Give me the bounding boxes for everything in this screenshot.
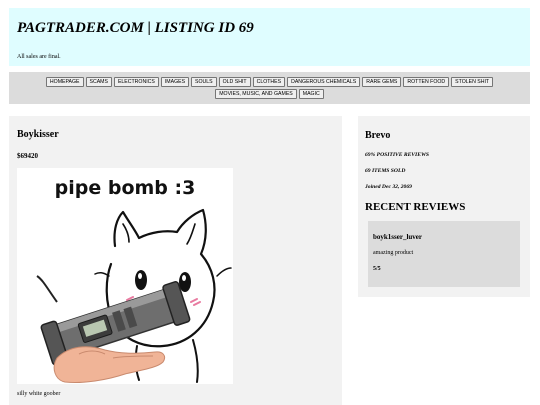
listing-image: pipe bomb :3	[17, 168, 233, 384]
review-text: amazing product	[373, 250, 414, 256]
review-card: boyk1sser_luver amazing product 5/5	[368, 221, 520, 287]
nav-button-souls[interactable]: SOULS	[191, 77, 217, 87]
nav-button-images[interactable]: IMAGES	[160, 77, 190, 87]
site-header: PAGTRADER.COM | LISTING ID 69 All sales …	[9, 8, 530, 66]
nav-button-stolen-shit[interactable]: STOLEN SHIT	[451, 77, 494, 87]
nav-button-old-shit[interactable]: OLD SHIT	[218, 77, 251, 87]
nav-button-rare-gems[interactable]: RARE GEMS	[362, 77, 402, 87]
category-navbar: HOMEPAGE SCAMS ELECTRONICS IMAGES SOULS …	[9, 72, 530, 104]
seller-items-sold: 69 ITEMS SOLD	[365, 168, 406, 174]
listing-price: $69420	[17, 152, 38, 160]
site-tagline: All sales are final.	[17, 54, 61, 60]
seller-joined-date: Joined Dec 32, 2069	[365, 184, 412, 190]
nav-button-clothes[interactable]: CLOTHES	[252, 77, 286, 87]
seller-panel: Brevo 69% POSITIVE REVIEWS 69 ITEMS SOLD…	[358, 116, 530, 297]
review-username[interactable]: boyk1sser_luver	[373, 233, 422, 241]
nav-button-homepage[interactable]: HOMEPAGE	[45, 77, 84, 87]
review-score: 5/5	[373, 266, 381, 272]
seller-positive-reviews: 69% POSITIVE REVIEWS	[365, 152, 430, 158]
image-caption: pipe bomb :3	[54, 177, 196, 199]
nav-button-electronics[interactable]: ELECTRONICS	[113, 77, 159, 87]
nav-button-movies-music-games[interactable]: MOVIES, MUSIC, AND GAMES	[215, 89, 297, 99]
page-title: PAGTRADER.COM | LISTING ID 69	[17, 20, 254, 36]
nav-button-rotten-food[interactable]: ROTTEN FOOD	[403, 77, 450, 87]
listing-description: silly white goober	[17, 391, 61, 397]
listing-panel: Boykisser $69420 pipe bomb:3 silly whit…	[9, 116, 342, 405]
seller-name[interactable]: Brevo	[365, 130, 390, 141]
nav-button-dangerous-chemicals[interactable]: DANGEROUS CHEMICALS	[287, 77, 361, 87]
nav-button-magic[interactable]: MAGIC	[298, 89, 324, 99]
cat-with-pipe-illustration	[36, 208, 232, 383]
nav-button-scams[interactable]: SCAMS	[85, 77, 112, 87]
recent-reviews-heading: RECENT REVIEWS	[365, 201, 466, 213]
listing-title: Boykisser	[17, 129, 59, 140]
